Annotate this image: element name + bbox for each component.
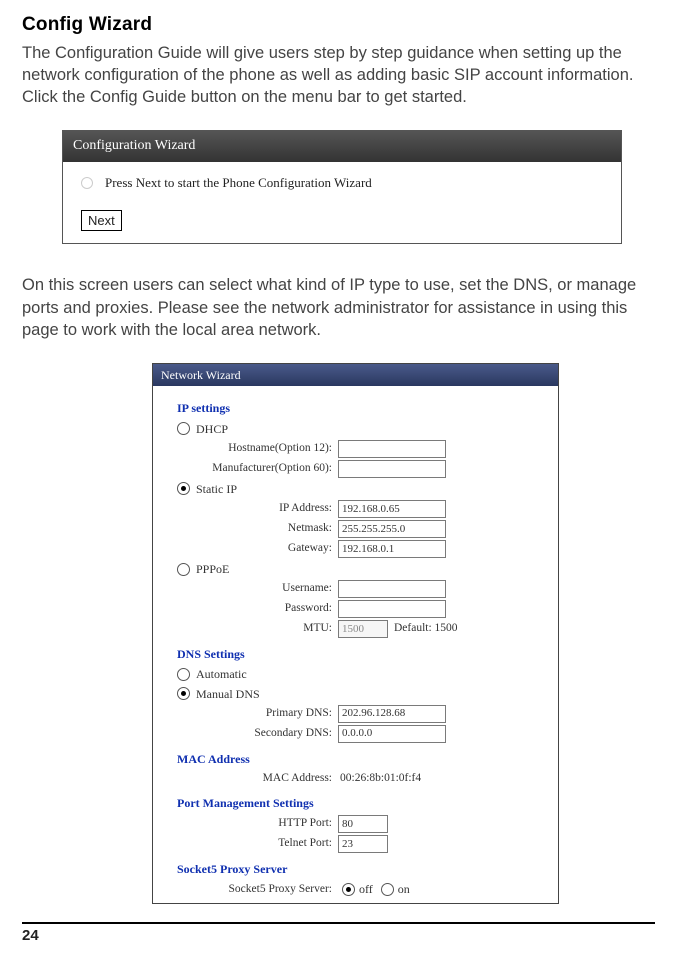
- secondary-dns-label: Secondary DNS:: [177, 726, 338, 742]
- mac-address-label: MAC Address:: [177, 771, 338, 787]
- ipaddress-label: IP Address:: [177, 501, 338, 517]
- primary-dns-label: Primary DNS:: [177, 706, 338, 722]
- intro-paragraph: The Configuration Guide will give users …: [22, 42, 655, 109]
- network-wizard-titlebar: Network Wizard: [153, 364, 558, 386]
- gateway-input[interactable]: 192.168.0.1: [338, 540, 446, 558]
- http-port-input[interactable]: 80: [338, 815, 388, 833]
- telnet-port-label: Telnet Port:: [177, 836, 338, 852]
- radio-pppoe-label: PPPoE: [196, 561, 229, 577]
- next-button[interactable]: Next: [81, 210, 122, 232]
- radio-pppoe[interactable]: [177, 563, 190, 576]
- config-wizard-prompt: Press Next to start the Phone Configurat…: [105, 174, 372, 192]
- page-number: 24: [22, 922, 655, 946]
- radio-dns-manual-label: Manual DNS: [196, 686, 260, 702]
- bullet-icon: [81, 177, 93, 189]
- page-title: Config Wizard: [22, 12, 655, 38]
- mid-paragraph: On this screen users can select what kin…: [22, 274, 655, 341]
- manufacturer-input[interactable]: [338, 460, 446, 478]
- radio-static-ip[interactable]: [177, 482, 190, 495]
- mtu-input[interactable]: 1500: [338, 620, 388, 638]
- netmask-input[interactable]: 255.255.255.0: [338, 520, 446, 538]
- radio-proxy-on-label: on: [398, 881, 410, 897]
- radio-proxy-on[interactable]: [381, 883, 394, 896]
- proxy-label: Socket5 Proxy Server:: [177, 882, 338, 898]
- port-settings-header: Port Management Settings: [177, 795, 546, 811]
- radio-dhcp-label: DHCP: [196, 421, 228, 437]
- dns-settings-header: DNS Settings: [177, 646, 546, 662]
- ipaddress-input[interactable]: 192.168.0.65: [338, 500, 446, 518]
- radio-dns-auto-label: Automatic: [196, 666, 247, 682]
- secondary-dns-input[interactable]: 0.0.0.0: [338, 725, 446, 743]
- mac-address-value: 00:26:8b:01:0f:f4: [338, 771, 421, 787]
- radio-proxy-off-label: off: [359, 881, 373, 897]
- http-port-label: HTTP Port:: [177, 816, 338, 832]
- manufacturer-label: Manufacturer(Option 60):: [177, 461, 338, 477]
- mtu-default-text: Default: 1500: [394, 621, 458, 637]
- username-input[interactable]: [338, 580, 446, 598]
- radio-dhcp[interactable]: [177, 422, 190, 435]
- password-input[interactable]: [338, 600, 446, 618]
- config-wizard-window: Configuration Wizard Press Next to start…: [62, 130, 622, 244]
- radio-proxy-off[interactable]: [342, 883, 355, 896]
- radio-dns-auto[interactable]: [177, 668, 190, 681]
- proxy-header: Socket5 Proxy Server: [177, 861, 546, 877]
- netmask-label: Netmask:: [177, 521, 338, 537]
- config-wizard-titlebar: Configuration Wizard: [63, 131, 621, 162]
- password-label: Password:: [177, 601, 338, 617]
- primary-dns-input[interactable]: 202.96.128.68: [338, 705, 446, 723]
- gateway-label: Gateway:: [177, 541, 338, 557]
- radio-static-ip-label: Static IP: [196, 481, 237, 497]
- radio-dns-manual[interactable]: [177, 687, 190, 700]
- hostname-input[interactable]: [338, 440, 446, 458]
- hostname-label: Hostname(Option 12):: [177, 441, 338, 457]
- ip-settings-header: IP settings: [177, 400, 546, 416]
- mtu-label: MTU:: [177, 621, 338, 637]
- network-wizard-window: Network Wizard IP settings DHCP Hostname…: [152, 363, 559, 904]
- mac-address-header: MAC Address: [177, 751, 546, 767]
- telnet-port-input[interactable]: 23: [338, 835, 388, 853]
- username-label: Username:: [177, 581, 338, 597]
